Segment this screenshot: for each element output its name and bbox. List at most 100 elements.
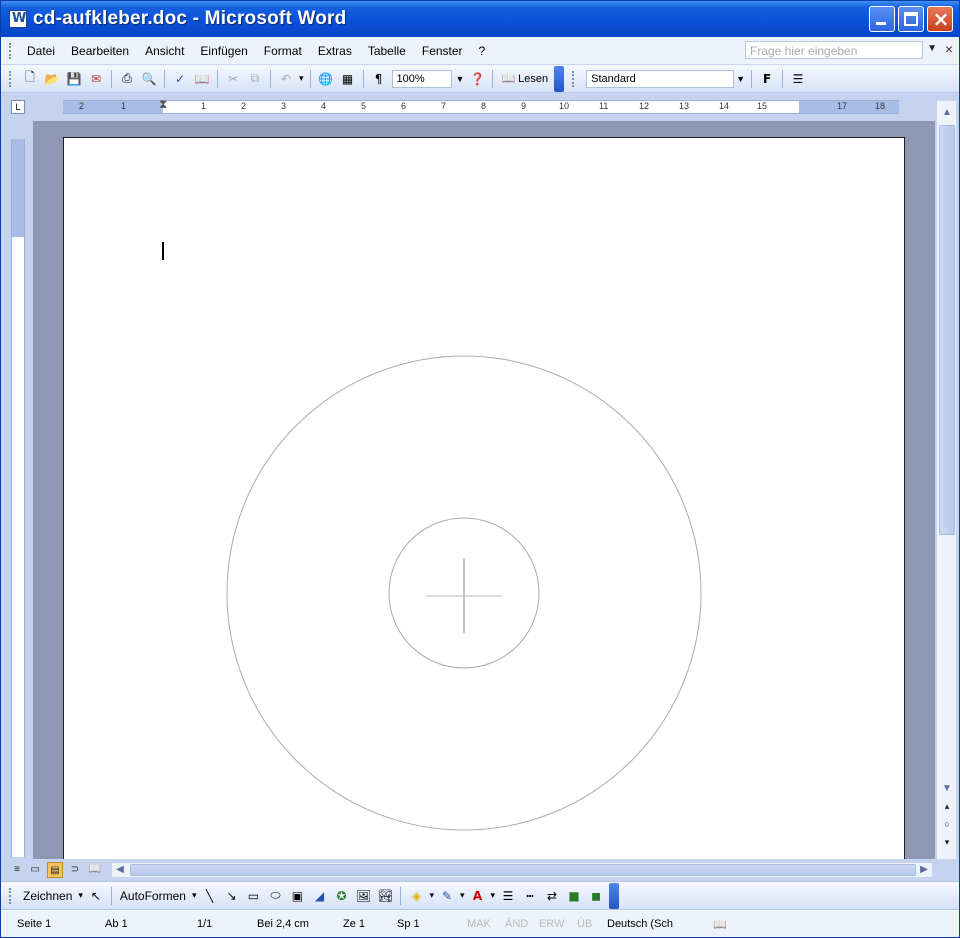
- print-layout-view-icon[interactable]: ▤: [47, 862, 63, 878]
- style-select[interactable]: Standard: [586, 69, 735, 88]
- toolbar-separator: [110, 886, 112, 905]
- zeichnen-dropdown-icon[interactable]: ▾: [78, 890, 83, 901]
- open-folder-icon[interactable]: 📂: [44, 71, 60, 87]
- menubar-grip[interactable]: [9, 42, 13, 59]
- undo-icon[interactable]: ↶: [278, 71, 294, 87]
- scroll-right-icon[interactable]: ▶: [916, 863, 932, 877]
- vertical-ruler[interactable]: [11, 139, 25, 857]
- minimize-button[interactable]: [869, 6, 895, 32]
- fill-color-icon[interactable]: ◈: [408, 888, 424, 904]
- maximize-button[interactable]: [898, 6, 924, 32]
- line-icon[interactable]: ╲: [201, 888, 217, 904]
- menu-tabelle[interactable]: Tabelle: [360, 44, 414, 58]
- scroll-up-icon[interactable]: ▲: [939, 105, 955, 121]
- menu-extras[interactable]: Extras: [310, 44, 360, 58]
- research-icon[interactable]: 📖: [194, 71, 210, 87]
- bullet-list-icon[interactable]: ☰: [790, 71, 806, 87]
- web-view-icon[interactable]: ▭: [27, 862, 43, 878]
- help-icon[interactable]: ❓: [469, 71, 485, 87]
- menu-datei[interactable]: Datei: [19, 44, 63, 58]
- menu-format[interactable]: Format: [256, 44, 310, 58]
- reading-layout-button[interactable]: 📖 Lesen: [501, 72, 549, 86]
- line-color-icon[interactable]: ✎: [439, 888, 455, 904]
- new-document-icon[interactable]: 🗋: [22, 70, 38, 87]
- document-page[interactable]: [63, 137, 905, 859]
- ask-dropdown-icon[interactable]: ▼: [927, 43, 937, 54]
- undo-dropdown-icon[interactable]: ▾: [299, 73, 304, 84]
- zoom-select[interactable]: 100%: [391, 69, 452, 88]
- oval-icon[interactable]: ⬭: [267, 888, 283, 904]
- zeichnen-menu[interactable]: Zeichnen: [23, 889, 72, 903]
- horizontal-ruler[interactable]: ⧗ 2 1 1 2 3 4 5 6 7 8 9 10 11 12 13 14 1…: [63, 97, 899, 114]
- menu-fenster[interactable]: Fenster: [414, 44, 471, 58]
- browse-object-icon[interactable]: ○: [941, 819, 953, 831]
- status-language[interactable]: Deutsch (Sch: [607, 918, 673, 930]
- tab-selector-icon[interactable]: L: [11, 100, 25, 114]
- status-track-changes[interactable]: ÄND: [505, 918, 528, 930]
- font-color-dropdown-icon[interactable]: ▾: [491, 890, 496, 901]
- toolbar-grip[interactable]: [9, 70, 13, 87]
- ask-question-input[interactable]: Frage hier eingeben: [745, 41, 923, 59]
- hyperlink-icon[interactable]: 🌐: [318, 71, 334, 87]
- bold-button[interactable]: F: [759, 71, 775, 87]
- arrow-icon[interactable]: ↘: [223, 888, 239, 904]
- zoom-dropdown-icon[interactable]: ▼: [456, 74, 465, 84]
- table-icon[interactable]: ▦: [340, 71, 356, 87]
- close-button[interactable]: ×: [927, 6, 953, 32]
- toolbar-options-icon[interactable]: [554, 65, 565, 92]
- line-color-dropdown-icon[interactable]: ▾: [460, 890, 465, 901]
- spelling-icon[interactable]: ✓: [172, 71, 188, 87]
- copy-icon[interactable]: ⧉: [247, 71, 263, 87]
- 3d-style-icon[interactable]: ◼: [588, 888, 604, 904]
- arrow-style-icon[interactable]: ⇄: [544, 888, 560, 904]
- status-overwrite[interactable]: ÜB: [577, 918, 592, 930]
- normal-view-icon[interactable]: ≡: [9, 862, 25, 878]
- drawbar-grip[interactable]: [9, 887, 13, 904]
- line-style-icon[interactable]: ☰: [500, 888, 516, 904]
- rectangle-icon[interactable]: ▭: [245, 888, 261, 904]
- menu-bearbeiten[interactable]: Bearbeiten: [63, 44, 137, 58]
- status-macro[interactable]: MAK: [467, 918, 491, 930]
- picture-icon[interactable]: 🏞: [377, 888, 393, 904]
- document-close-icon[interactable]: ×: [945, 41, 953, 57]
- menu-help[interactable]: ?: [471, 44, 494, 58]
- autoformen-dropdown-icon[interactable]: ▾: [192, 890, 197, 901]
- style-dropdown-icon[interactable]: ▼: [736, 74, 745, 84]
- previous-page-icon[interactable]: ▴: [941, 801, 953, 813]
- menu-einfuegen[interactable]: Einfügen: [192, 44, 255, 58]
- word-app-icon[interactable]: [9, 10, 27, 28]
- vertical-scroll-thumb[interactable]: [939, 125, 955, 535]
- reading-view-icon[interactable]: 📖: [87, 862, 103, 878]
- fill-color-dropdown-icon[interactable]: ▾: [429, 890, 434, 901]
- font-color-icon[interactable]: A: [470, 888, 486, 904]
- print-icon[interactable]: ⎙: [119, 71, 135, 87]
- status-extend[interactable]: ERW: [539, 918, 564, 930]
- select-objects-icon[interactable]: ↖: [88, 888, 104, 904]
- format-toolbar-grip[interactable]: [572, 70, 576, 87]
- outline-view-icon[interactable]: ⊃: [67, 862, 83, 878]
- textbox-icon[interactable]: ▣: [289, 888, 305, 904]
- show-formatting-icon[interactable]: ¶: [371, 71, 387, 87]
- dash-style-icon[interactable]: ┅: [522, 888, 538, 904]
- horizontal-scrollbar[interactable]: ◀ ▶: [111, 862, 933, 878]
- ruler-number: 6: [401, 101, 407, 111]
- wordart-icon[interactable]: ◢: [311, 888, 327, 904]
- cut-icon[interactable]: ✂: [225, 71, 241, 87]
- menu-ansicht[interactable]: Ansicht: [137, 44, 192, 58]
- scroll-left-icon[interactable]: ◀: [112, 863, 128, 877]
- indent-marker-icon[interactable]: ⧗: [159, 97, 167, 112]
- scroll-down-icon[interactable]: ▼: [939, 781, 955, 797]
- vertical-scrollbar[interactable]: ▲ ▼ ▴ ○ ▾: [936, 101, 956, 861]
- permission-icon[interactable]: ✉: [88, 71, 104, 87]
- spelling-status-icon[interactable]: 📖: [713, 918, 727, 931]
- reading-layout-label: Lesen: [518, 72, 549, 85]
- print-preview-icon[interactable]: 🔍: [141, 71, 157, 87]
- diagram-icon[interactable]: ✪: [333, 888, 349, 904]
- shadow-style-icon[interactable]: ■: [566, 888, 582, 904]
- clipart-icon[interactable]: 🖼: [355, 888, 371, 904]
- next-page-icon[interactable]: ▾: [941, 837, 953, 849]
- autoformen-menu[interactable]: AutoFormen: [120, 889, 186, 903]
- save-icon[interactable]: 💾: [66, 71, 82, 87]
- horizontal-scroll-thumb[interactable]: [130, 864, 916, 876]
- drawbar-options-icon[interactable]: [609, 882, 620, 909]
